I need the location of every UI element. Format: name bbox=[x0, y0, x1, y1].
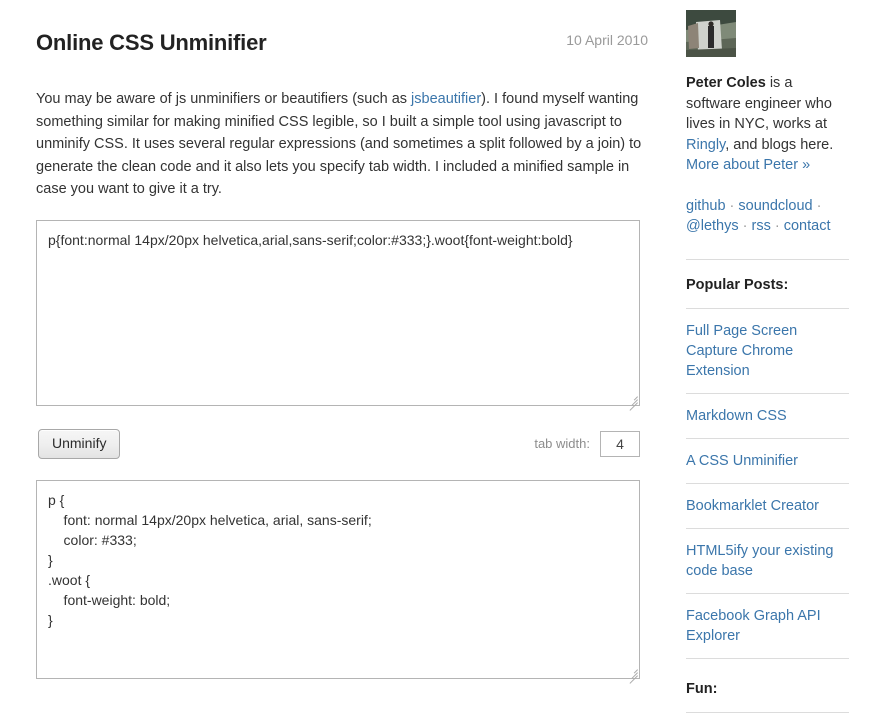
list-item: Bookmarklet Creator bbox=[686, 484, 849, 528]
social-separator: · bbox=[725, 197, 739, 214]
minified-css-input[interactable] bbox=[36, 219, 640, 406]
bio-text-2: , and blogs here. bbox=[725, 136, 834, 153]
post-date: 10 April 2010 bbox=[566, 32, 648, 48]
post-body-paragraph: You may be aware of js unminifiers or be… bbox=[36, 58, 648, 201]
tool-controls: Unminify tab width: bbox=[36, 428, 640, 460]
list-item: Full Page Screen Capture Chrome Extensio… bbox=[686, 309, 849, 393]
popular-posts-heading: Popular Posts: bbox=[686, 276, 789, 293]
social-separator: · bbox=[770, 218, 784, 234]
avatar-photo-icon bbox=[686, 10, 736, 57]
unminified-css-output[interactable] bbox=[36, 479, 640, 679]
divider bbox=[686, 711, 849, 713]
social-links: github · soundcloud · @lethys · rss · co… bbox=[686, 176, 849, 237]
popular-post-link[interactable]: Markdown CSS bbox=[686, 394, 849, 438]
more-about-peter-link[interactable]: More about Peter » bbox=[686, 157, 810, 173]
social-link-twitter[interactable]: @lethys bbox=[686, 218, 739, 234]
sidebar: Peter Coles is a software engineer who l… bbox=[686, 0, 849, 713]
input-textarea-wrapper bbox=[36, 201, 640, 411]
popular-post-link[interactable]: HTML5ify your existing code base bbox=[686, 529, 849, 593]
fun-section: Fun: bbox=[686, 659, 849, 713]
jsbeautifier-link[interactable]: jsbeautifier bbox=[411, 91, 481, 107]
list-item: Facebook Graph API Explorer bbox=[686, 594, 849, 658]
popular-post-link[interactable]: Facebook Graph API Explorer bbox=[686, 594, 849, 658]
tab-width-label: tab width: bbox=[534, 436, 590, 451]
fun-heading: Fun: bbox=[686, 680, 718, 697]
unminify-button[interactable]: Unminify bbox=[38, 428, 121, 459]
social-separator: · bbox=[738, 218, 752, 234]
main-content: Online CSS Unminifier 10 April 2010 You … bbox=[36, 0, 648, 684]
tab-width-group: tab width: bbox=[534, 430, 640, 457]
popular-post-link[interactable]: Bookmarklet Creator bbox=[686, 484, 849, 528]
post-header: Online CSS Unminifier 10 April 2010 bbox=[36, 0, 648, 58]
bio-company-link[interactable]: Ringly bbox=[686, 137, 725, 153]
tab-width-input[interactable] bbox=[600, 430, 640, 457]
page-root: Online CSS Unminifier 10 April 2010 You … bbox=[0, 0, 874, 713]
list-item: A CSS Unminifier bbox=[686, 439, 849, 483]
avatar bbox=[686, 10, 736, 57]
social-separator: · bbox=[812, 197, 822, 214]
sidebar-bio: Peter Coles is a software engineer who l… bbox=[686, 57, 849, 176]
social-link-soundcloud[interactable]: soundcloud bbox=[738, 198, 812, 214]
social-link-github[interactable]: github bbox=[686, 198, 726, 214]
output-textarea-wrapper bbox=[36, 479, 640, 684]
social-link-contact[interactable]: contact bbox=[784, 218, 831, 234]
popular-post-link[interactable]: Full Page Screen Capture Chrome Extensio… bbox=[686, 309, 849, 393]
post-body-text-1: You may be aware of js unminifiers or be… bbox=[36, 91, 412, 107]
social-link-rss[interactable]: rss bbox=[752, 218, 771, 234]
list-item: HTML5ify your existing code base bbox=[686, 529, 849, 593]
popular-post-link[interactable]: A CSS Unminifier bbox=[686, 439, 849, 483]
page-title: Online CSS Unminifier bbox=[36, 30, 267, 55]
bio-name: Peter Coles bbox=[686, 75, 766, 91]
list-item: Markdown CSS bbox=[686, 394, 849, 438]
